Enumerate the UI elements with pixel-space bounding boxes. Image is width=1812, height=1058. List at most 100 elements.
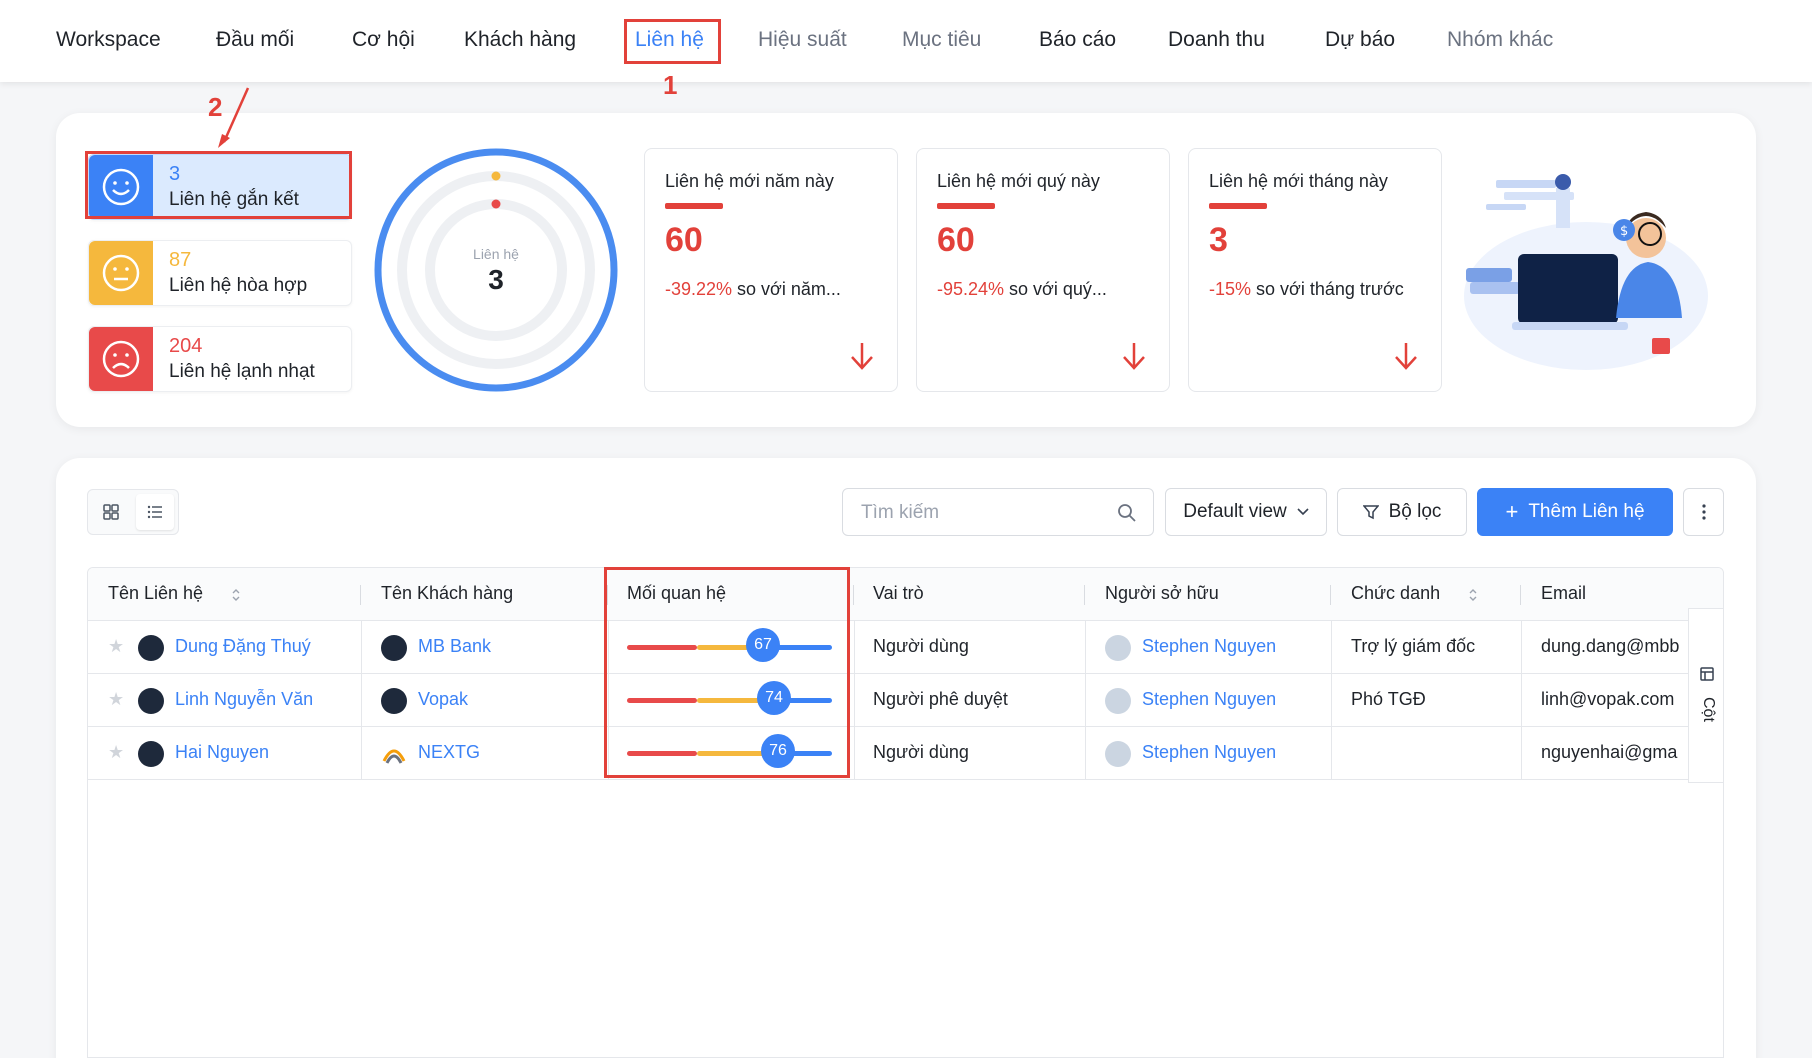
view-selected-label: Default view	[1183, 501, 1287, 522]
stat-card-quarter: Liên hệ mới quý này 60 -95.24% so với qu…	[916, 148, 1170, 392]
annotation-highlight-engaged-card	[85, 151, 352, 219]
avatar	[138, 635, 164, 661]
contact-name-link[interactable]: Dung Đặng Thuý	[175, 636, 311, 657]
customer-name-link[interactable]: NEXTG	[418, 742, 480, 763]
role-cell: Người phê duyệt	[873, 689, 1008, 709]
header-role[interactable]: Vai trò	[873, 583, 924, 604]
status-card-cold[interactable]: 204 Liên hệ lạnh nhạt	[88, 326, 352, 392]
email-cell[interactable]: nguyenhai@gma	[1541, 742, 1688, 763]
star-icon[interactable]: ★	[108, 636, 124, 657]
stat-value: 60	[665, 221, 703, 259]
stat-accent-bar	[665, 203, 723, 209]
star-icon[interactable]: ★	[108, 689, 124, 710]
stat-title: Liên hệ mới quý này	[937, 171, 1100, 191]
table-header: Tên Liên hệ Tên Khách hàng Mối quan hệ V…	[88, 568, 1723, 621]
column-panel-label: Cột	[1700, 697, 1717, 722]
contact-name-link[interactable]: Linh Nguyễn Văn	[175, 689, 313, 710]
avatar	[138, 688, 164, 714]
status-card-label: Liên hệ hòa hợp	[169, 275, 308, 296]
neutral-face-icon	[89, 241, 153, 305]
nav-tab-doanh-thu[interactable]: Doanh thu	[1168, 28, 1265, 52]
table-row[interactable]: ★ Hai Nguyen NEXTG 76 Người dùng Stephen…	[88, 727, 1688, 780]
owner-avatar	[1105, 741, 1131, 767]
chevron-down-icon	[1297, 508, 1309, 516]
search-input[interactable]: Tìm kiếm	[842, 488, 1154, 536]
owner-link[interactable]: Stephen Nguyen	[1142, 636, 1276, 657]
header-customer-name[interactable]: Tên Khách hàng	[381, 583, 513, 604]
arrow-down-icon	[1395, 343, 1417, 370]
stat-accent-bar	[937, 203, 995, 209]
sort-icon[interactable]	[231, 588, 241, 602]
more-options-button[interactable]	[1683, 488, 1724, 536]
company-logo	[382, 749, 406, 764]
owner-avatar	[1105, 688, 1131, 714]
status-card-count: 204	[169, 335, 203, 357]
job-title-cell: Phó TGĐ	[1351, 689, 1426, 709]
default-view-dropdown[interactable]: Default view	[1165, 488, 1327, 536]
nav-tab-nhom-khac[interactable]: Nhóm khác	[1447, 28, 1553, 52]
sort-icon[interactable]	[1468, 588, 1478, 602]
owner-avatar	[1105, 635, 1131, 661]
donut-value: 3	[488, 264, 504, 295]
nav-tab-bao-cao[interactable]: Báo cáo	[1039, 28, 1116, 52]
status-card-label: Liên hệ lạnh nhạt	[169, 361, 315, 382]
arrow-down-icon	[1123, 343, 1145, 370]
grid-view-icon[interactable]	[92, 494, 130, 530]
stat-comparison: -39.22% so với năm...	[665, 279, 841, 299]
person-at-laptop-illustration: $	[1464, 174, 1708, 370]
nav-tab-dau-moi[interactable]: Đầu mối	[216, 28, 294, 52]
top-navigation: Workspace Đầu mối Cơ hội Khách hàng Liên…	[0, 0, 1812, 82]
annotation-highlight-relationship-column	[604, 567, 850, 778]
status-card-count: 87	[169, 249, 192, 271]
add-contact-label: Thêm Liên hệ	[1528, 501, 1645, 522]
job-title-cell: Trợ lý giám đốc	[1351, 636, 1476, 656]
list-view-icon[interactable]	[136, 494, 174, 530]
filter-button[interactable]: Bộ lọc	[1337, 488, 1467, 536]
header-email[interactable]: Email	[1541, 583, 1586, 604]
nav-tab-workspace[interactable]: Workspace	[56, 28, 161, 52]
header-contact-name[interactable]: Tên Liên hệ	[108, 583, 203, 604]
nav-tab-hieu-suat[interactable]: Hiệu suất	[758, 28, 847, 52]
stat-value: 60	[937, 221, 975, 259]
customer-name-link[interactable]: MB Bank	[418, 636, 491, 657]
contacts-table: Tên Liên hệ Tên Khách hàng Mối quan hệ V…	[87, 567, 1724, 1058]
column-settings-panel[interactable]: Cột	[1688, 608, 1723, 783]
table-row[interactable]: ★ Linh Nguyễn Văn Vopak 74 Người phê duy…	[88, 674, 1688, 727]
columns-icon	[1700, 667, 1714, 681]
nav-tab-co-hoi[interactable]: Cơ hội	[352, 28, 415, 52]
filter-label: Bộ lọc	[1388, 501, 1442, 522]
stat-accent-bar	[1209, 203, 1267, 209]
status-card-harmonious[interactable]: 87 Liên hệ hòa hợp	[88, 240, 352, 306]
avatar	[138, 741, 164, 767]
stat-title: Liên hệ mới năm này	[665, 171, 834, 191]
header-owner[interactable]: Người sở hữu	[1105, 583, 1219, 604]
nav-tab-khach-hang[interactable]: Khách hàng	[464, 28, 576, 52]
nav-tab-du-bao[interactable]: Dự báo	[1325, 28, 1395, 52]
company-logo	[381, 688, 407, 714]
header-job-title[interactable]: Chức danh	[1351, 583, 1440, 604]
contact-name-link[interactable]: Hai Nguyen	[175, 742, 269, 763]
annotation-arrow-icon	[218, 87, 250, 148]
table-row[interactable]: ★ Dung Đặng Thuý MB Bank 67 Người dùng S…	[88, 621, 1688, 674]
more-vertical-icon	[1701, 504, 1706, 520]
owner-link[interactable]: Stephen Nguyen	[1142, 689, 1276, 710]
annotation-highlight-lien-he-tab	[624, 19, 721, 64]
email-cell[interactable]: linh@vopak.com	[1541, 689, 1688, 710]
stat-card-year: Liên hệ mới năm này 60 -39.22% so với nă…	[644, 148, 898, 392]
company-logo	[381, 635, 407, 661]
star-icon[interactable]: ★	[108, 742, 124, 763]
view-toggle	[87, 489, 179, 535]
customer-name-link[interactable]: Vopak	[418, 689, 468, 710]
stat-value: 3	[1209, 221, 1228, 259]
role-cell: Người dùng	[873, 742, 969, 762]
add-contact-button[interactable]: + Thêm Liên hệ	[1477, 488, 1673, 536]
arrow-down-icon	[851, 343, 873, 370]
nav-tab-muc-tieu[interactable]: Mục tiêu	[902, 28, 981, 52]
email-cell[interactable]: dung.dang@mbb	[1541, 636, 1688, 657]
donut-label: Liên hệ	[473, 246, 519, 262]
plus-icon: +	[1505, 499, 1519, 524]
annotation-step-1: 1	[663, 70, 678, 100]
search-icon	[1118, 504, 1136, 522]
filter-icon	[1362, 505, 1379, 520]
owner-link[interactable]: Stephen Nguyen	[1142, 742, 1276, 763]
